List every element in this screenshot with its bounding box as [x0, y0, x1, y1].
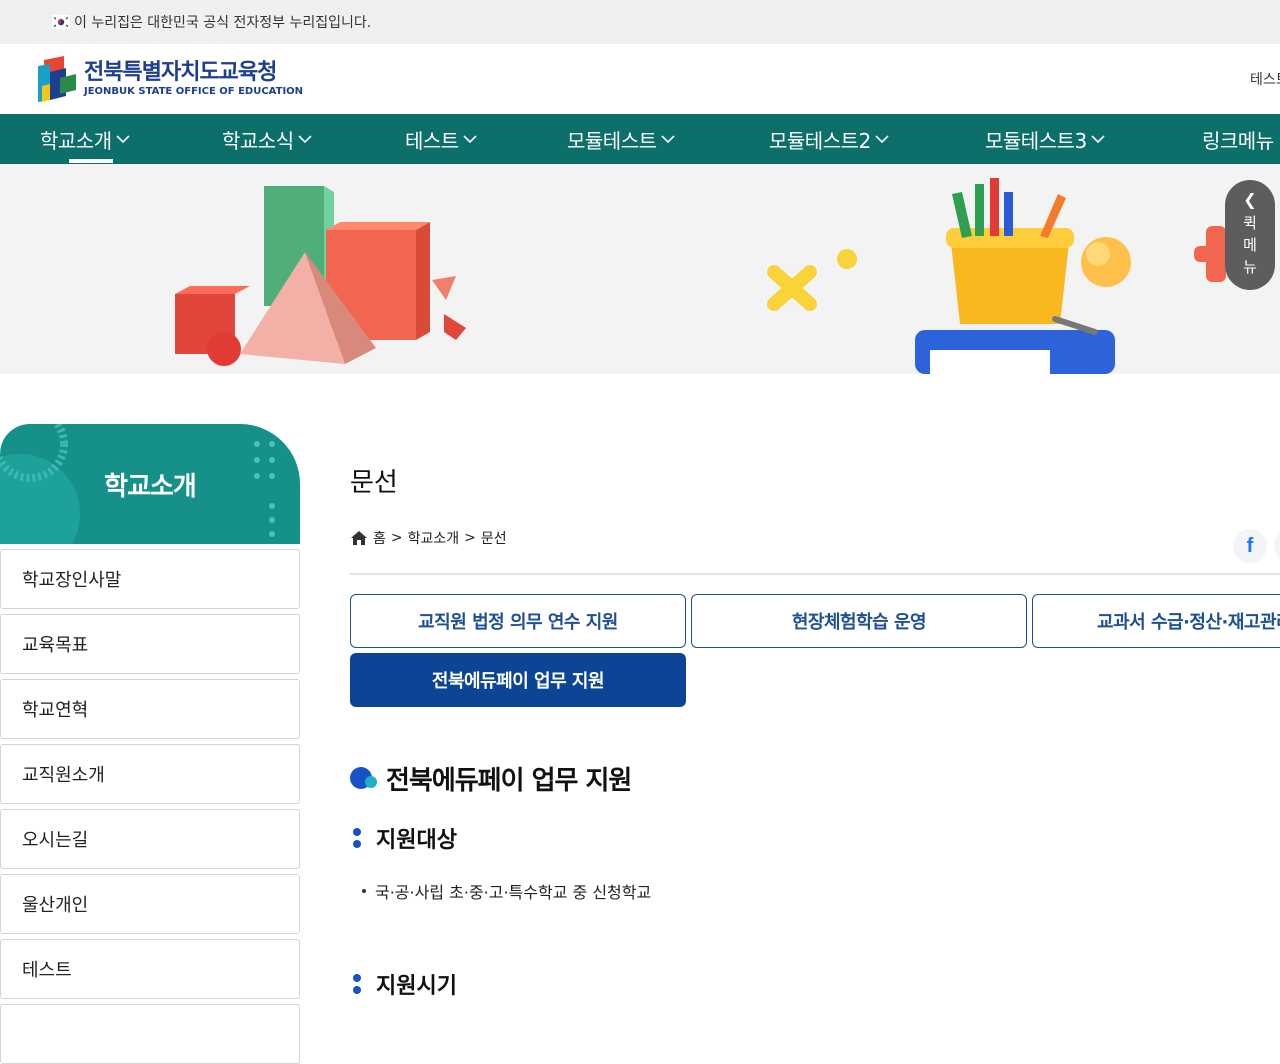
subsection-title-period: 지원시기: [352, 968, 457, 1000]
lnb-title: 학교소개: [104, 471, 197, 502]
list-bullet: [362, 889, 366, 893]
gnb-active-indicator: [69, 159, 113, 163]
subsection-dots-icon: [353, 974, 361, 994]
gnb-item-label: 링크메뉴: [1202, 128, 1274, 153]
lnb-item-school-history[interactable]: 학교연혁: [0, 679, 300, 739]
facebook-share-icon[interactable]: f: [1233, 529, 1267, 563]
gnb-item-label: 테스트: [405, 128, 459, 153]
gnb-item-link-menu[interactable]: 링크메뉴: [1202, 114, 1274, 164]
gnb-item-label: 모듈테스트: [567, 128, 657, 153]
page-title: 문선: [350, 468, 398, 498]
lnb-item-directions[interactable]: 오시는길: [0, 809, 300, 869]
gnb-item-test[interactable]: 테스트: [405, 114, 477, 164]
logo-name-en: JEONBUK STATE OFFICE OF EDUCATION: [84, 86, 304, 97]
gnb-item-school-intro[interactable]: 학교소개: [40, 114, 130, 164]
site-logo[interactable]: 전북특별자치도교육청 JEONBUK STATE OFFICE OF EDUCA…: [36, 56, 303, 102]
chevron-down-icon: [463, 135, 477, 144]
quick-menu-label-1: 퀵: [1243, 214, 1257, 232]
lnb-item-more[interactable]: [0, 1004, 300, 1064]
site-header: 전북특별자치도교육청 JEONBUK STATE OFFICE OF EDUCA…: [0, 44, 1280, 114]
logo-name-ko: 전북특별자치도교육청: [84, 60, 277, 85]
korea-flag-icon: [52, 15, 70, 29]
gnb-item-school-news[interactable]: 학교소식: [222, 114, 312, 164]
tab-edupay-support[interactable]: 전북에듀페이 업무 지원: [350, 653, 686, 707]
gnb-item-label: 모듈테스트3: [985, 128, 1087, 153]
chevron-down-icon: [660, 135, 675, 144]
chevron-left-icon: ❮: [1243, 190, 1257, 209]
lnb-item-education-goal[interactable]: 교육목표: [0, 614, 300, 674]
content-divider: [350, 573, 1280, 575]
hero-illustration: [175, 178, 1234, 374]
breadcrumb-separator: >: [464, 530, 476, 546]
tab-staff-training[interactable]: 교직원 법정 의무 연수 지원: [350, 594, 686, 648]
quick-menu-label-3: 뉴: [1243, 258, 1257, 276]
section-title-text: 전북에듀페이 업무 지원: [386, 766, 632, 796]
breadcrumb-home[interactable]: 홈: [373, 528, 386, 548]
list-item: 국·공·사립 초·중·고·특수학교 중 신청학교: [362, 879, 651, 903]
tab-field-trip[interactable]: 현장체험학습 운영: [691, 594, 1027, 648]
tab-textbook-management[interactable]: 교과서 수급·정산·재고관리: [1032, 594, 1280, 648]
subsection-title-target: 지원대상: [352, 822, 457, 854]
share-icon[interactable]: [1274, 529, 1280, 563]
hero-visual: [0, 164, 1280, 374]
main-navigation: 학교소개 학교소식 테스트 모듈테스트 모듈테스트2 모듈테스트3 링크메뉴: [0, 114, 1280, 164]
chevron-down-icon: [116, 135, 130, 144]
gnb-item-label: 학교소개: [40, 128, 112, 153]
section-bullet-icon: [350, 766, 377, 789]
gov-banner: 이 누리집은 대한민국 공식 전자정부 누리집입니다.: [0, 0, 1280, 44]
lnb-item-ulsan-personal[interactable]: 울산개인: [0, 874, 300, 934]
gnb-item-module-test[interactable]: 모듈테스트: [567, 114, 675, 164]
chevron-down-icon: [1091, 135, 1105, 144]
lnb-item-staff-intro[interactable]: 교직원소개: [0, 744, 300, 804]
section-title: 전북에듀페이 업무 지원: [350, 760, 632, 797]
gnb-item-label: 학교소식: [222, 128, 294, 153]
quick-menu-label-2: 메: [1243, 236, 1257, 254]
breadcrumb: 홈 > 학교소개 > 문선: [350, 528, 507, 548]
lnb-item-test[interactable]: 테스트: [0, 939, 300, 999]
subsection-title-text: 지원대상: [376, 828, 457, 853]
list-item-text: 국·공·사립 초·중·고·특수학교 중 신청학교: [375, 883, 652, 902]
gnb-item-label: 모듈테스트2: [769, 128, 871, 153]
breadcrumb-separator: >: [390, 530, 403, 546]
gov-banner-text: 이 누리집은 대한민국 공식 전자정부 누리집입니다.: [74, 15, 372, 31]
chevron-down-icon: [875, 135, 889, 144]
gnb-item-module-test-3[interactable]: 모듈테스트3: [985, 114, 1105, 164]
breadcrumb-section[interactable]: 학교소개: [408, 528, 460, 548]
home-icon[interactable]: [350, 530, 368, 546]
header-util-link[interactable]: 테스트: [1250, 69, 1280, 89]
breadcrumb-current: 문선: [480, 531, 507, 547]
subsection-title-text: 지원시기: [376, 974, 457, 999]
subsection-dots-icon: [353, 828, 361, 848]
chevron-down-icon: [298, 135, 312, 144]
lnb-item-principal-greeting[interactable]: 학교장인사말: [0, 549, 300, 609]
quick-menu[interactable]: ❮ 퀵 메 뉴: [1225, 180, 1275, 290]
lnb-header: 학교소개: [0, 424, 300, 544]
gnb-item-module-test-2[interactable]: 모듈테스트2: [769, 114, 889, 164]
logo-mark-icon: [38, 56, 76, 102]
